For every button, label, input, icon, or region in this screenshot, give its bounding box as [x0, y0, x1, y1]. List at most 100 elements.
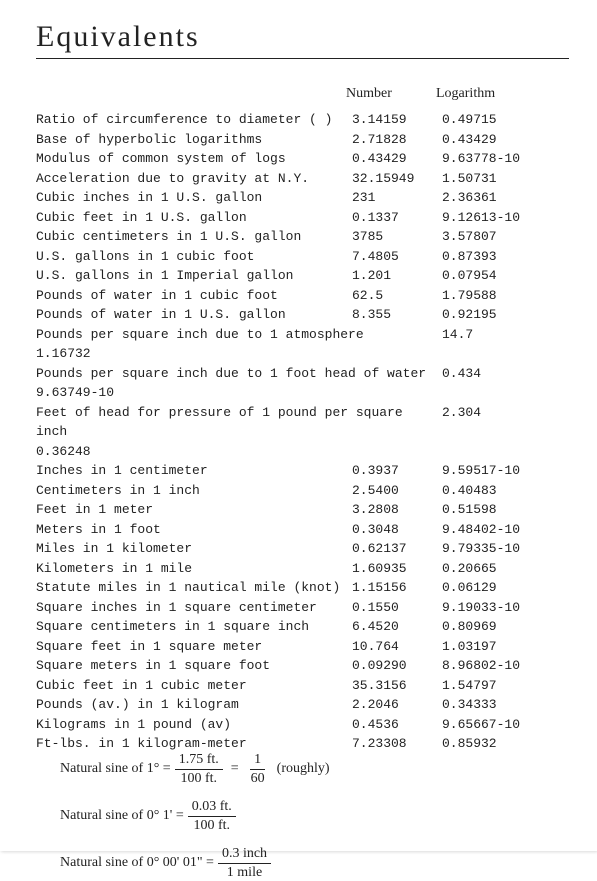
numerator: 1 — [250, 752, 265, 770]
cell-desc: Pounds per square inch due to 1 foot hea… — [36, 364, 442, 384]
cell-log: 3.57807 — [442, 227, 569, 247]
cell-number: 7.23308 — [352, 734, 442, 754]
cell-desc: Cubic feet in 1 U.S. gallon — [36, 208, 352, 228]
cell-log: 9.12613-10 — [442, 208, 569, 228]
cell-desc: Inches in 1 centimeter — [36, 461, 352, 481]
table-row-long: Feet of head for pressure of 1 pound per… — [36, 403, 569, 462]
table-row-long: Pounds per square inch due to 1 atmosphe… — [36, 325, 569, 364]
table-row: Pounds (av.) in 1 kilogram2.20460.34333 — [36, 695, 569, 715]
cell-desc: Pounds per square inch due to 1 atmosphe… — [36, 325, 442, 345]
cell-number: 0.62137 — [352, 539, 442, 559]
table-row: Pounds of water in 1 cubic foot62.51.795… — [36, 286, 569, 306]
denominator: 100 ft. — [189, 817, 234, 834]
denominator: 1 mile — [223, 864, 266, 881]
table-row: Cubic feet in 1 U.S. gallon0.13379.12613… — [36, 208, 569, 228]
cell-number: 1.15156 — [352, 578, 442, 598]
table-row: U.S. gallons in 1 Imperial gallon1.2010.… — [36, 266, 569, 286]
cell-desc: Square centimeters in 1 square inch — [36, 617, 352, 637]
cell-desc: U.S. gallons in 1 cubic foot — [36, 247, 352, 267]
cell-number: 0.3937 — [352, 461, 442, 481]
table-row: Square meters in 1 square foot0.092908.9… — [36, 656, 569, 676]
cell-number: 8.355 — [352, 305, 442, 325]
table-row: Kilograms in 1 pound (av)0.45369.65667-1… — [36, 715, 569, 735]
table-row: Base of hyperbolic logarithms2.718280.43… — [36, 130, 569, 150]
cell-log: 0.92195 — [442, 305, 569, 325]
denominator: 60 — [247, 770, 269, 787]
cell-number: 0.09290 — [352, 656, 442, 676]
cell-number: 10.764 — [352, 637, 442, 657]
table-row: Inches in 1 centimeter0.39379.59517-10 — [36, 461, 569, 481]
table-row: Miles in 1 kilometer0.621379.79335-10 — [36, 539, 569, 559]
cell-log: 1.50731 — [442, 169, 569, 189]
cell-log: 8.96802-10 — [442, 656, 569, 676]
cell-log: 9.48402-10 — [442, 520, 569, 540]
cell-number: 14.7 — [442, 325, 569, 345]
cell-log: 2.36361 — [442, 188, 569, 208]
cell-desc: Cubic inches in 1 U.S. gallon — [36, 188, 352, 208]
table-row: U.S. gallons in 1 cubic foot7.48050.8739… — [36, 247, 569, 267]
cell-log: 0.07954 — [442, 266, 569, 286]
table-row: Acceleration due to gravity at N.Y.32.15… — [36, 169, 569, 189]
fraction: 0.3 inch 1 mile — [218, 846, 271, 881]
table-row: Ratio of circumference to diameter ( )3.… — [36, 110, 569, 130]
table-row: Centimeters in 1 inch2.54000.40483 — [36, 481, 569, 501]
cell-number: 7.4805 — [352, 247, 442, 267]
cell-log: 9.19033-10 — [442, 598, 569, 618]
table-row: Meters in 1 foot0.30489.48402-10 — [36, 520, 569, 540]
cell-log: 0.85932 — [442, 734, 569, 754]
numerator: 0.3 inch — [218, 846, 271, 864]
equivalents-table: Number Logarithm Ratio of circumference … — [36, 83, 569, 754]
table-row: Modulus of common system of logs0.434299… — [36, 149, 569, 169]
header-number: Number — [346, 83, 436, 104]
table-row: Cubic inches in 1 U.S. gallon2312.36361 — [36, 188, 569, 208]
denominator: 100 ft. — [176, 770, 221, 787]
cell-number: 1.201 — [352, 266, 442, 286]
cell-desc: Kilometers in 1 mile — [36, 559, 352, 579]
cell-desc: Meters in 1 foot — [36, 520, 352, 540]
formula-label: Natural sine of 1° = — [60, 761, 171, 777]
header-spacer — [36, 83, 346, 104]
cell-desc: Kilograms in 1 pound (av) — [36, 715, 352, 735]
cell-number: 1.60935 — [352, 559, 442, 579]
formula-sine-1sec: Natural sine of 0° 00' 01" = 0.3 inch 1 … — [60, 846, 569, 881]
cell-number: 3.2808 — [352, 500, 442, 520]
cell-desc: Square meters in 1 square foot — [36, 656, 352, 676]
cell-desc: Square inches in 1 square centimeter — [36, 598, 352, 618]
cell-number: 62.5 — [352, 286, 442, 306]
cell-number: 6.4520 — [352, 617, 442, 637]
cell-number: 2.2046 — [352, 695, 442, 715]
fraction: 1.75 ft. 100 ft. — [175, 752, 223, 787]
cell-log: 0.51598 — [442, 500, 569, 520]
table-row: Feet in 1 meter3.28080.51598 — [36, 500, 569, 520]
cell-log: 9.63778-10 — [442, 149, 569, 169]
cell-number: 0.1550 — [352, 598, 442, 618]
cell-log: 1.16732 — [36, 344, 352, 364]
cell-desc: Miles in 1 kilometer — [36, 539, 352, 559]
equals: = — [231, 761, 239, 777]
cell-log: 0.34333 — [442, 695, 569, 715]
cell-desc: Acceleration due to gravity at N.Y. — [36, 169, 352, 189]
cell-desc: U.S. gallons in 1 Imperial gallon — [36, 266, 352, 286]
cell-log: 0.20665 — [442, 559, 569, 579]
cell-number: 2.5400 — [352, 481, 442, 501]
table-body-2: Inches in 1 centimeter0.39379.59517-10Ce… — [36, 461, 569, 754]
cell-number: 0.43429 — [352, 149, 442, 169]
numerator: 0.03 ft. — [188, 799, 236, 817]
formula-label: Natural sine of 0° 1' = — [60, 808, 184, 824]
cell-log: 9.63749-10 — [36, 383, 352, 403]
cell-desc: Centimeters in 1 inch — [36, 481, 352, 501]
cell-desc: Ratio of circumference to diameter ( ) — [36, 110, 352, 130]
cell-number: 3785 — [352, 227, 442, 247]
cell-log: 0.87393 — [442, 247, 569, 267]
fraction: 1 60 — [247, 752, 269, 787]
cell-desc: Feet of head for pressure of 1 pound per… — [36, 403, 442, 442]
page-title: Equivalents — [36, 20, 569, 59]
cell-desc: Square feet in 1 square meter — [36, 637, 352, 657]
cell-number: 0.1337 — [352, 208, 442, 228]
table-body-long: Pounds per square inch due to 1 atmosphe… — [36, 325, 569, 462]
cell-number: 2.304 — [442, 403, 569, 442]
cell-desc: Pounds of water in 1 cubic foot — [36, 286, 352, 306]
table-row: Ft-lbs. in 1 kilogram-meter7.233080.8593… — [36, 734, 569, 754]
cell-log: 1.79588 — [442, 286, 569, 306]
formula-sine-1min: Natural sine of 0° 1' = 0.03 ft. 100 ft. — [60, 799, 569, 834]
